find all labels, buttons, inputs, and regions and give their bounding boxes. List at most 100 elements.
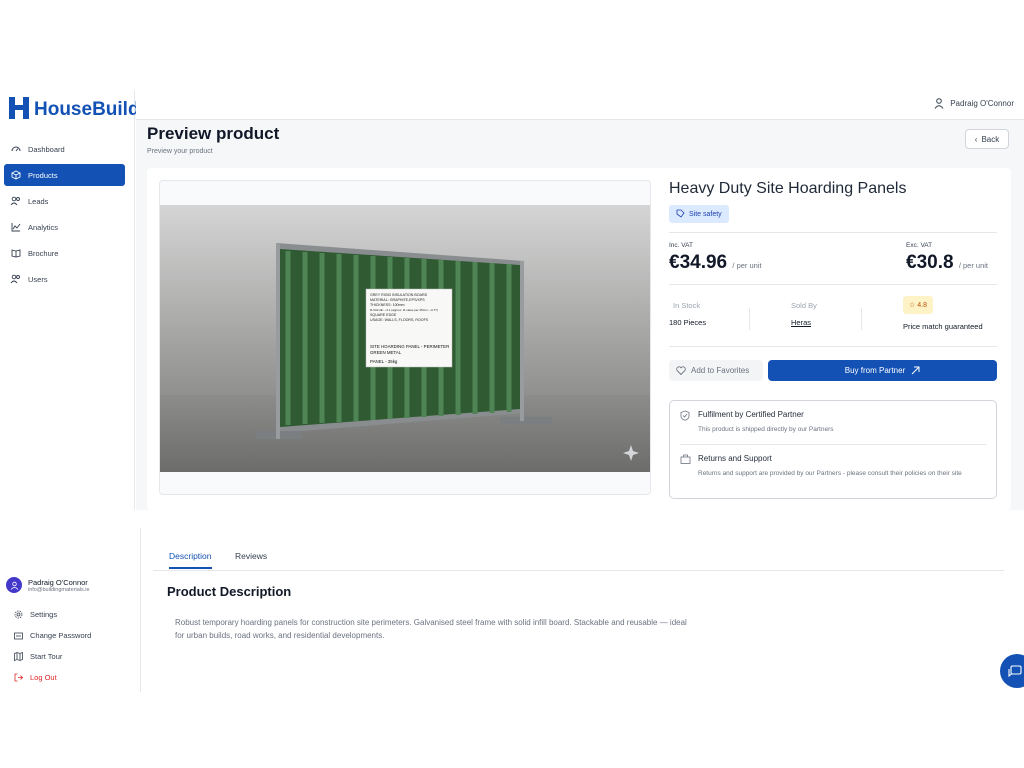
book-icon bbox=[10, 248, 21, 259]
logo[interactable]: HouseBuild bbox=[9, 97, 140, 119]
rating-value: 4.8 bbox=[917, 301, 928, 309]
user-name: Padraig O'Connor bbox=[950, 99, 1014, 108]
tag-icon bbox=[676, 209, 685, 220]
fulfilment-title: Fulfilment by Certified Partner bbox=[698, 410, 804, 419]
start-tour-link[interactable]: Start Tour bbox=[14, 652, 62, 661]
settings-label: Settings bbox=[30, 610, 58, 619]
page-subtitle: Preview your product bbox=[147, 148, 213, 155]
fulfilment-desc: This product is shipped directly by our … bbox=[698, 426, 834, 433]
box-icon bbox=[10, 170, 21, 181]
exc-vat-price-value: €30.8 bbox=[906, 252, 954, 273]
category-tag[interactable]: Site safety bbox=[669, 205, 729, 223]
tab-description[interactable]: Description bbox=[169, 551, 212, 569]
user-card[interactable]: Padraig O'Connor info@buildingmaterials.… bbox=[6, 577, 90, 593]
chevron-left-icon: ‹ bbox=[974, 134, 978, 144]
card-icon bbox=[14, 632, 24, 640]
description-title: Product Description bbox=[167, 584, 292, 599]
sold-by-label: Sold By bbox=[791, 301, 817, 310]
buy-from-partner-button[interactable]: Buy from Partner bbox=[768, 360, 997, 381]
sidebar-item-analytics[interactable]: Analytics bbox=[4, 216, 125, 238]
image-label-line: GREY RIGID INSULATION BOARD bbox=[370, 293, 428, 297]
user-email: info@buildingmaterials.ie bbox=[28, 586, 90, 593]
sidebar-item-label: Analytics bbox=[28, 222, 59, 232]
sidebar-item-products[interactable]: Products bbox=[4, 164, 125, 186]
shield-check-icon bbox=[680, 410, 690, 421]
rating-badge: ☆ 4.8 bbox=[903, 296, 934, 314]
inc-vat-price-value: €34.96 bbox=[669, 252, 728, 273]
gauge-icon bbox=[10, 144, 21, 155]
price-match-text: Price match guaranteed bbox=[903, 322, 983, 331]
image-label-line: PANEL - 35kg bbox=[370, 359, 398, 364]
tab-bar: Description Reviews bbox=[153, 545, 1004, 571]
fulfilment-row: Fulfilment by Certified Partner This pro… bbox=[680, 410, 986, 440]
favorites-label: Add to Favorites bbox=[691, 366, 750, 375]
back-label: Back bbox=[981, 134, 1000, 144]
category-label: Site safety bbox=[689, 210, 722, 218]
bag-icon bbox=[680, 454, 691, 464]
divider bbox=[861, 308, 862, 330]
exc-vat-label: Exc. VAT bbox=[906, 242, 933, 249]
tab-reviews[interactable]: Reviews bbox=[235, 551, 267, 567]
divider bbox=[680, 444, 986, 445]
sold-by-link[interactable]: Heras bbox=[791, 318, 811, 327]
image-label-line: SITE HOARDING PANEL - PERIMETER bbox=[370, 344, 449, 349]
sidebar-item-label: Leads bbox=[28, 196, 49, 206]
chat-icon bbox=[1008, 664, 1022, 678]
heart-icon bbox=[676, 366, 686, 375]
product-title: Heavy Duty Site Hoarding Panels bbox=[669, 180, 907, 197]
product-photo: GREY RIGID INSULATION BOARD MATERIAL: GR… bbox=[160, 205, 650, 472]
chart-line-icon bbox=[10, 222, 21, 233]
divider bbox=[669, 232, 997, 233]
logo-text: HouseBuild bbox=[34, 99, 140, 120]
logout-label: Log Out bbox=[30, 673, 57, 682]
description-body: Robust temporary hoarding panels for con… bbox=[175, 618, 687, 640]
topbar: Padraig O'Connor bbox=[136, 90, 1024, 120]
change-password-link[interactable]: Change Password bbox=[14, 631, 91, 640]
sidebar-item-leads[interactable]: Leads bbox=[4, 190, 125, 212]
per-unit-label: / per unit bbox=[958, 261, 989, 270]
exc-vat-price: €30.8 / per unit bbox=[906, 252, 988, 274]
returns-desc: Returns and support are provided by our … bbox=[698, 470, 962, 477]
chat-button[interactable] bbox=[1000, 654, 1024, 688]
change-password-label: Change Password bbox=[30, 631, 92, 640]
logout-icon bbox=[14, 673, 24, 682]
users-icon bbox=[10, 196, 21, 207]
product-card: GREY RIGID INSULATION BOARD MATERIAL: GR… bbox=[147, 168, 1011, 510]
back-button[interactable]: ‹ Back bbox=[965, 129, 1009, 149]
sidebar-footer: Padraig O'Connor info@buildingmaterials.… bbox=[0, 528, 141, 692]
bottom-section: Padraig O'Connor info@buildingmaterials.… bbox=[0, 528, 1024, 692]
buy-label: Buy from Partner bbox=[844, 366, 906, 375]
returns-title: Returns and Support bbox=[698, 454, 772, 463]
sidebar-item-label: Brochure bbox=[28, 248, 59, 258]
sidebar-item-label: Products bbox=[28, 170, 58, 180]
external-arrow-icon bbox=[911, 366, 920, 375]
sidebar-item-label: Dashboard bbox=[28, 144, 65, 154]
sidebar-item-brochure[interactable]: Brochure bbox=[4, 242, 125, 264]
image-label-line: GREEN METAL bbox=[370, 350, 402, 355]
product-details: Heavy Duty Site Hoarding Panels Site saf… bbox=[669, 168, 999, 510]
logout-link[interactable]: Log Out bbox=[14, 673, 57, 682]
users-icon bbox=[10, 274, 21, 285]
add-to-favorites-button[interactable]: Add to Favorites bbox=[669, 360, 763, 381]
image-label-line: SQUARE EDGE bbox=[370, 313, 397, 317]
settings-link[interactable]: Settings bbox=[14, 610, 57, 619]
avatar bbox=[6, 577, 22, 593]
inc-vat-label: Inc. VAT bbox=[669, 242, 693, 249]
inc-vat-price: €34.96 / per unit bbox=[669, 252, 762, 274]
product-image[interactable]: GREY RIGID INSULATION BOARD MATERIAL: GR… bbox=[159, 180, 651, 495]
sidebar-item-dashboard[interactable]: Dashboard bbox=[4, 138, 125, 160]
sidebar: HouseBuild Dashboard Products Leads Anal… bbox=[0, 90, 140, 510]
gear-icon bbox=[14, 610, 24, 619]
start-tour-label: Start Tour bbox=[30, 652, 63, 661]
product-tabs-section: Description Reviews Product Description … bbox=[141, 528, 1024, 692]
user-menu[interactable]: Padraig O'Connor bbox=[934, 98, 1014, 109]
map-icon bbox=[14, 652, 24, 661]
user-name: Padraig O'Connor bbox=[28, 577, 88, 587]
per-unit-label: / per unit bbox=[732, 261, 762, 270]
logo-mark-icon bbox=[9, 97, 33, 119]
sidebar-item-users[interactable]: Users bbox=[4, 268, 125, 290]
main-content: Padraig O'Connor Preview product Preview… bbox=[136, 90, 1024, 510]
divider bbox=[669, 346, 997, 347]
image-label-line: THICKNESS: 100mm bbox=[370, 303, 405, 307]
image-label-line: R-VALUE: ~3.1 (approx. R-value per 25mm:… bbox=[370, 308, 438, 312]
